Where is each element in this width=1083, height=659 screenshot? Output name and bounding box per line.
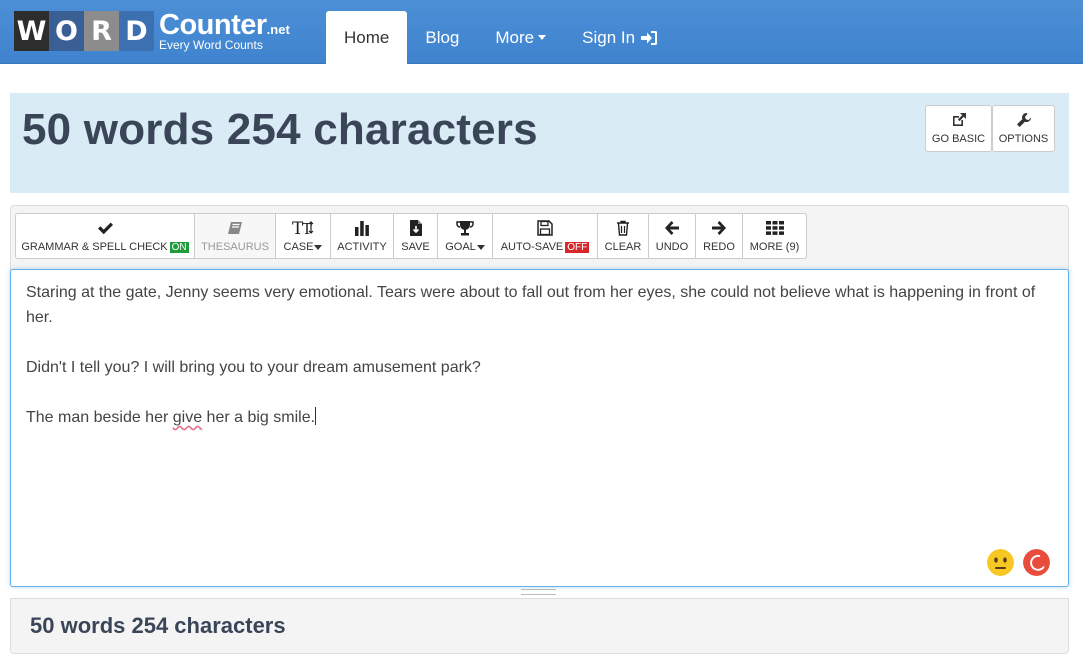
auto-save-status-badge: OFF: [565, 242, 590, 253]
grammar-label: GRAMMAR & SPELL CHECK: [21, 241, 168, 253]
editor-paragraph: Didn't I tell you? I will bring you to y…: [26, 359, 481, 376]
wrench-icon: [1016, 113, 1031, 127]
clear-button[interactable]: CLEAR: [597, 213, 649, 259]
nav-more-dropdown[interactable]: More: [477, 11, 564, 64]
goal-label: GOAL: [445, 241, 476, 253]
text-size-icon: TT: [292, 219, 314, 237]
auto-save-label: AUTO-SAVE: [500, 241, 564, 253]
external-link-icon: [952, 113, 966, 126]
nav-sign-in-label: Sign In: [582, 27, 636, 47]
go-basic-button[interactable]: GO BASIC: [925, 105, 992, 152]
undo-button[interactable]: UNDO: [648, 213, 696, 259]
editor-paragraph: Staring at the gate, Jenny seems very em…: [26, 284, 1036, 326]
logo-tagline: Every Word Counts: [159, 38, 263, 52]
more-tools-label: MORE (9): [749, 241, 800, 253]
options-button[interactable]: OPTIONS: [992, 105, 1055, 152]
text-cursor: [315, 407, 317, 425]
case-label: CASE: [283, 241, 314, 253]
count-header: 50 words 254 characters GO BASIC OPTIONS: [10, 93, 1069, 193]
sign-in-icon: [641, 30, 658, 45]
goal-dropdown[interactable]: GOAL: [437, 213, 493, 259]
undo-label: UNDO: [655, 241, 689, 253]
more-tools-button[interactable]: MORE (9): [742, 213, 807, 259]
logo-letter-d: D: [119, 11, 154, 51]
auto-save-toggle[interactable]: AUTO-SAVE OFF: [492, 213, 598, 259]
logo-letter-r: R: [84, 11, 119, 51]
editor-text: her a big smile.: [202, 409, 316, 426]
grammar-status-badge: ON: [169, 242, 189, 253]
save-button[interactable]: SAVE: [393, 213, 438, 259]
book-icon: [228, 222, 242, 234]
editor-paragraph: The man beside her give her a big smile.: [26, 405, 1053, 430]
caret-down-icon: [476, 244, 485, 250]
nav-home[interactable]: Home: [326, 11, 408, 64]
loading-spinner-icon[interactable]: [1023, 549, 1050, 576]
spelling-flagged-word[interactable]: give: [173, 409, 202, 426]
bar-chart-icon: [355, 221, 369, 236]
grammar-spell-check-button[interactable]: GRAMMAR & SPELL CHECK ON: [15, 213, 195, 259]
text-editor[interactable]: Staring at the gate, Jenny seems very em…: [10, 269, 1069, 587]
redo-label: REDO: [703, 241, 735, 253]
trophy-icon: [456, 221, 474, 236]
navbar: W O R D Counter.net Every Word Counts Ho…: [0, 0, 1083, 64]
activity-label: ACTIVITY: [337, 241, 387, 253]
arrow-left-icon: [665, 221, 679, 235]
neutral-face-icon[interactable]: [987, 549, 1014, 576]
caret-down-icon: [538, 35, 547, 40]
logo-letter-o: O: [49, 11, 84, 51]
main-nav: Home Blog More Sign In: [326, 11, 676, 64]
grid-icon: [765, 221, 784, 235]
floppy-icon: [537, 220, 553, 236]
trash-icon: [617, 220, 629, 236]
case-dropdown[interactable]: TT CASE: [275, 213, 331, 259]
activity-button[interactable]: ACTIVITY: [330, 213, 394, 259]
nav-sign-in[interactable]: Sign In: [564, 11, 676, 64]
clear-label: CLEAR: [604, 241, 642, 253]
nav-home-label: Home: [344, 27, 390, 47]
nav-blog[interactable]: Blog: [407, 11, 477, 64]
check-icon: [97, 222, 113, 235]
editor-text: The man beside her: [26, 409, 173, 426]
nav-blog-label: Blog: [425, 27, 460, 47]
save-file-icon: [409, 220, 422, 236]
editor-toolbar: GRAMMAR & SPELL CHECK ON THESAURUS TT CAS…: [10, 205, 1069, 271]
thesaurus-button[interactable]: THESAURUS: [194, 213, 276, 259]
save-label: SAVE: [401, 241, 430, 253]
count-footer: 50 words 254 characters: [10, 598, 1069, 654]
logo-tld: .net: [266, 22, 290, 37]
caret-down-icon: [314, 244, 323, 250]
redo-button[interactable]: REDO: [695, 213, 743, 259]
nav-more-label: More: [495, 27, 535, 47]
editor-resize-handle[interactable]: [521, 589, 556, 595]
site-logo[interactable]: W O R D Counter.net Every Word Counts: [14, 11, 290, 51]
logo-brand: Counter: [159, 9, 267, 41]
logo-wordmark: Counter.net Every Word Counts: [159, 9, 290, 52]
thesaurus-label: THESAURUS: [201, 241, 269, 253]
go-basic-label: GO BASIC: [931, 133, 986, 145]
footer-word-character-count: 50 words 254 characters: [30, 613, 286, 638]
word-character-count: 50 words 254 characters: [22, 105, 538, 154]
logo-letter-w: W: [14, 11, 49, 51]
options-label: OPTIONS: [998, 133, 1049, 145]
arrow-right-icon: [712, 221, 726, 235]
